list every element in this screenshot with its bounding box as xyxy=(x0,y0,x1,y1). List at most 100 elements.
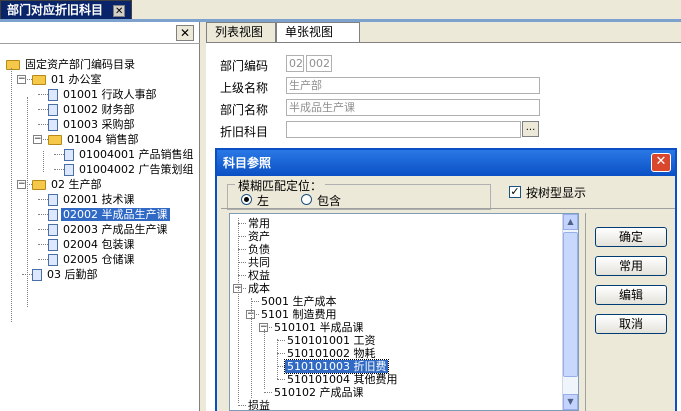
tab-list-view[interactable]: 列表视图 xyxy=(206,22,276,42)
tree-node[interactable]: 02 生产部 xyxy=(32,177,104,192)
document-icon xyxy=(64,149,74,161)
tree-connector xyxy=(38,259,48,260)
edit-button[interactable]: 编辑 xyxy=(595,285,667,305)
tree-node-label: 02 生产部 xyxy=(51,178,102,191)
account-node-label: 负债 xyxy=(248,243,270,256)
depr-account-label: 折旧科目 xyxy=(220,125,269,139)
document-icon xyxy=(64,164,74,176)
tree-node-label: 01003 采购部 xyxy=(63,118,135,131)
tree-node[interactable]: 固定资产部门编码目录 xyxy=(6,57,137,72)
close-icon[interactable]: ✕ xyxy=(113,5,126,17)
account-node-label: 资产 xyxy=(248,230,270,243)
account-node[interactable]: 资产 xyxy=(246,230,272,243)
tab-single-view[interactable]: 单张视图 xyxy=(276,22,360,42)
folder-icon xyxy=(32,75,46,85)
tree-connector xyxy=(54,154,64,155)
account-node[interactable]: 5101 制造费用 xyxy=(259,308,339,321)
tree-node-label: 01001 行政人事部 xyxy=(63,88,157,101)
radio-left[interactable] xyxy=(241,194,252,205)
account-tree[interactable]: 常用 资产 负债 共同 权益 成本 −5001 生产成本 5101 制造费用 −510101 半… xyxy=(229,213,579,411)
account-node[interactable]: 权益 xyxy=(246,269,272,282)
tree-node[interactable]: 02002 半成品生产课 xyxy=(48,207,170,222)
tree-connector xyxy=(238,249,246,250)
document-icon xyxy=(48,194,58,206)
tree-node-label: 02005 仓储课 xyxy=(63,253,135,266)
tree-connector xyxy=(277,340,285,341)
document-tab-title: 部门对应折旧科目 xyxy=(7,3,104,17)
tree-node-label: 01 办公室 xyxy=(51,73,102,86)
collapse-icon[interactable]: − xyxy=(17,180,26,189)
tree-node-label: 02003 产成品生产课 xyxy=(63,223,168,236)
dialog-button-column: 确定 常用 编辑 取消 xyxy=(585,213,675,411)
account-node-label: 成本 xyxy=(248,282,270,295)
document-icon xyxy=(48,89,58,101)
dept-name-field[interactable]: 半成品生产课 xyxy=(286,99,540,116)
tree-display-checkbox[interactable]: ✓ xyxy=(509,186,521,198)
tree-guide-line xyxy=(251,298,252,398)
tree-guide-line xyxy=(277,339,278,379)
tree-node[interactable]: 01004 销售部 xyxy=(48,132,141,147)
account-node[interactable]: 常用 xyxy=(246,217,272,230)
tree-node[interactable]: 02004 包装课 xyxy=(48,237,137,252)
tree-node[interactable]: 01004001 产品销售组 xyxy=(64,147,196,162)
depr-account-field[interactable] xyxy=(286,121,521,138)
tree-node-label: 02002 半成品生产课 xyxy=(61,208,170,221)
parent-name-field[interactable]: 生产部 xyxy=(286,77,540,94)
account-node[interactable]: 510101003 折旧费 xyxy=(283,359,390,374)
tree-display-label: 按树型显示 xyxy=(526,186,587,200)
collapse-icon[interactable]: − xyxy=(33,135,42,144)
folder-icon xyxy=(32,180,46,190)
radio-contains-label: 包含 xyxy=(317,194,342,208)
tree-guide-line xyxy=(43,151,44,172)
tree-connector xyxy=(238,262,246,263)
tree-node[interactable]: 01004002 广告策划组 xyxy=(64,162,196,177)
account-node-label: 损益 xyxy=(248,399,270,411)
tree-node[interactable]: 01 办公室 xyxy=(32,72,104,87)
parent-name-label: 上级名称 xyxy=(220,81,269,95)
collapse-icon[interactable]: − xyxy=(17,75,26,84)
dialog-title-bar[interactable]: 科目参照 ✕ xyxy=(217,150,675,176)
ok-button[interactable]: 确定 xyxy=(595,227,667,247)
account-node[interactable]: 510102 产成品课 xyxy=(272,386,366,399)
account-node[interactable]: 成本 xyxy=(246,282,272,295)
account-node[interactable]: 510101002 物耗 xyxy=(285,347,377,360)
account-node-label: 共同 xyxy=(248,256,270,269)
common-button[interactable]: 常用 xyxy=(595,256,667,276)
tree-connector xyxy=(38,94,48,95)
tree-node[interactable]: 01003 采购部 xyxy=(48,117,137,132)
tree-scrollbar[interactable]: ▲ ▼ xyxy=(562,214,578,410)
account-node[interactable]: 5001 生产成本 xyxy=(259,295,339,308)
tree-connector xyxy=(264,392,272,393)
account-node[interactable]: 510101001 工资 xyxy=(285,334,377,347)
tree-guide-line xyxy=(27,97,28,307)
account-node[interactable]: 510101004 其他费用 xyxy=(285,373,399,386)
scroll-down-icon[interactable]: ▼ xyxy=(563,394,578,410)
dialog-close-button[interactable]: ✕ xyxy=(651,153,671,172)
dept-code-part1-field[interactable]: 02 xyxy=(286,55,304,72)
account-node[interactable]: 共同 xyxy=(246,256,272,269)
tree-guide-line xyxy=(264,329,265,389)
account-node-label: 510101003 折旧费 xyxy=(283,359,390,374)
department-tree[interactable]: 固定资产部门编码目录 01 办公室 − 01001 行政人事部 01002 财务部 010… xyxy=(0,22,200,411)
tree-node[interactable]: 02001 技术课 xyxy=(48,192,137,207)
browse-button[interactable]: ... xyxy=(522,121,539,137)
account-node[interactable]: 510101 半成品课 xyxy=(272,321,366,334)
document-tab[interactable]: 部门对应折旧科目 ✕ xyxy=(0,0,133,19)
tree-node[interactable]: 03 后勤部 xyxy=(32,267,100,282)
tree-node[interactable]: 01001 行政人事部 xyxy=(48,87,159,102)
tree-node[interactable]: 02003 产成品生产课 xyxy=(48,222,170,237)
tree-connector xyxy=(277,353,285,354)
account-node[interactable]: 负债 xyxy=(246,243,272,256)
folder-icon xyxy=(6,60,20,70)
cancel-button[interactable]: 取消 xyxy=(595,314,667,334)
fuzzy-match-label: 模糊匹配定位： xyxy=(235,177,326,194)
scroll-thumb[interactable] xyxy=(563,232,578,377)
account-node-label: 510101002 物耗 xyxy=(287,347,376,360)
account-node-label: 权益 xyxy=(248,269,270,282)
tree-node[interactable]: 01002 财务部 xyxy=(48,102,137,117)
tree-node[interactable]: 02005 仓储课 xyxy=(48,252,137,267)
dept-code-part2-field[interactable]: 002 xyxy=(306,55,332,72)
radio-contains[interactable] xyxy=(301,194,312,205)
account-node[interactable]: 损益 xyxy=(246,399,272,411)
scroll-up-icon[interactable]: ▲ xyxy=(563,214,578,230)
